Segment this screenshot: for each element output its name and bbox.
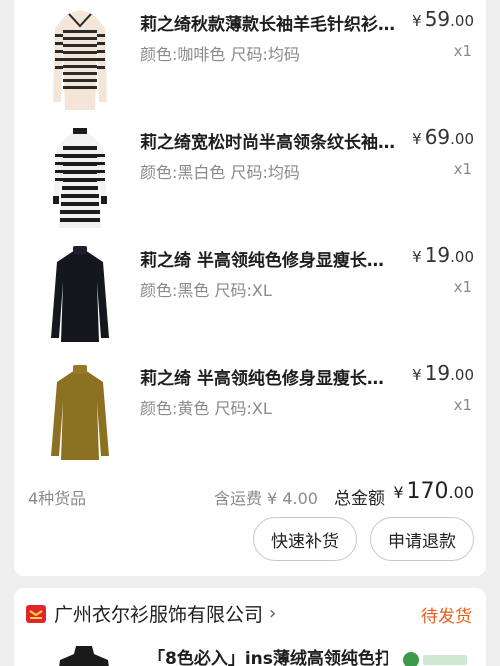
shop-card: 广州衣尔衫服饰有限公司 › 待发货 「8色必入」ins薄绒高领纯色打… <box>14 588 486 666</box>
item-title[interactable]: 莉之绮 半高领纯色修身显瘦长… <box>140 246 400 271</box>
mustard-turtleneck-image <box>51 365 109 460</box>
total-integer: 170 <box>406 479 449 504</box>
shipping-fee: 含运费 ¥ 4.00 <box>214 489 318 508</box>
request-refund-button[interactable]: 申请退款 <box>370 517 474 561</box>
item-title[interactable]: 莉之绮宽松时尚半高领条纹长袖… <box>140 128 400 153</box>
item-title[interactable]: 「8色必入」ins薄绒高领纯色打… <box>148 644 388 666</box>
quick-restock-button[interactable]: 快速补货 <box>253 517 357 561</box>
shop-name[interactable]: 广州衣尔衫服饰有限公司 <box>54 600 263 627</box>
total-label: 总金额 <box>334 489 385 509</box>
total-decimal: .00 <box>448 483 474 502</box>
shop-header[interactable]: 广州衣尔衫服饰有限公司 › <box>26 600 276 627</box>
cardigan-image <box>53 10 107 110</box>
order-item[interactable]: 莉之绮宽松时尚半高领条纹长袖… 颜色:黑白色 尺码:均码 ¥69.00 x1 <box>14 118 486 236</box>
item-price: ¥19.00 <box>412 361 474 385</box>
item-quantity: x1 <box>453 160 472 178</box>
item-attributes: 颜色:黄色 尺码:XL <box>140 399 272 418</box>
item-title[interactable]: 莉之绮秋款薄款长袖羊毛针织衫… <box>140 10 400 35</box>
product-thumbnail[interactable] <box>36 122 124 234</box>
item-count: 4种货品 <box>28 489 87 508</box>
item-price: ¥59.00 <box>412 7 474 31</box>
item-attributes: 颜色:咖啡色 尺码:均码 <box>140 45 300 64</box>
total-amount: ¥170.00 <box>393 479 474 504</box>
currency-symbol: ¥ <box>412 366 422 384</box>
currency-symbol: ¥ <box>412 12 422 30</box>
price-decimal: .00 <box>450 130 474 148</box>
price-integer: 19 <box>424 243 451 267</box>
product-thumbnail[interactable] <box>36 358 124 470</box>
shop-flag-icon <box>26 604 46 623</box>
chevron-right-icon[interactable]: › <box>269 603 276 624</box>
order-item[interactable]: 莉之绮 半高领纯色修身显瘦长… 颜色:黄色 尺码:XL ¥19.00 x1 <box>14 354 486 472</box>
product-thumbnail[interactable] <box>54 646 114 666</box>
currency-symbol: ¥ <box>393 483 404 502</box>
item-quantity: x1 <box>453 42 472 60</box>
item-title[interactable]: 莉之绮 半高领纯色修身显瘦长… <box>140 364 400 389</box>
order-item[interactable]: 莉之绮 半高领纯色修身显瘦长… 颜色:黑色 尺码:XL ¥19.00 x1 <box>14 236 486 354</box>
order-card: 莉之绮秋款薄款长袖羊毛针织衫… 颜色:咖啡色 尺码:均码 ¥59.00 x1 莉… <box>14 0 486 576</box>
watermark-logo <box>396 646 476 666</box>
item-price: ¥69.00 <box>412 125 474 149</box>
price-integer: 19 <box>424 361 451 385</box>
item-attributes: 颜色:黑色 尺码:XL <box>140 281 272 300</box>
item-attributes: 颜色:黑白色 尺码:均码 <box>140 163 300 182</box>
price-integer: 69 <box>424 125 451 149</box>
order-status: 待发货 <box>421 607 472 627</box>
product-thumbnail[interactable] <box>36 240 124 352</box>
price-decimal: .00 <box>450 366 474 384</box>
item-quantity: x1 <box>453 396 472 414</box>
product-thumbnail[interactable] <box>36 4 124 116</box>
order-item[interactable]: 莉之绮秋款薄款长袖羊毛针织衫… 颜色:咖啡色 尺码:均码 ¥59.00 x1 <box>14 0 486 118</box>
price-decimal: .00 <box>450 12 474 30</box>
price-integer: 59 <box>424 7 451 31</box>
currency-symbol: ¥ <box>412 130 422 148</box>
item-price: ¥19.00 <box>412 243 474 267</box>
striped-dress-image <box>53 128 107 228</box>
item-quantity: x1 <box>453 278 472 296</box>
order-summary: 4种货品 含运费 ¥ 4.00 总金额 ¥170.00 <box>14 479 486 510</box>
black-turtleneck-image <box>51 246 109 342</box>
currency-symbol: ¥ <box>412 248 422 266</box>
price-decimal: .00 <box>450 248 474 266</box>
